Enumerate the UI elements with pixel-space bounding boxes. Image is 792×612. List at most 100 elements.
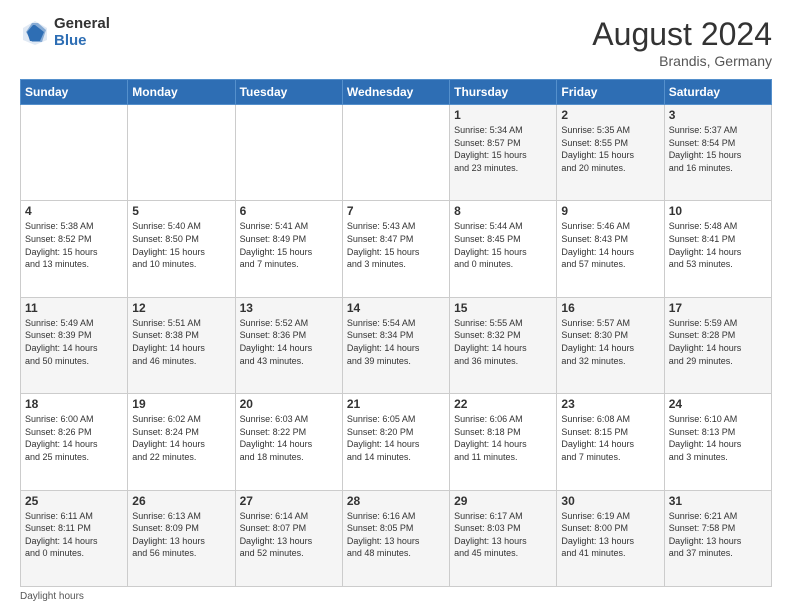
day-cell: 2 Sunrise: 5:35 AM Sunset: 8:55 PM Daylig… — [557, 105, 664, 201]
logo-text: General Blue — [54, 16, 110, 49]
day-info: Sunrise: 5:54 AM Sunset: 8:34 PM Dayligh… — [347, 317, 445, 367]
day-info: Sunrise: 6:00 AM Sunset: 8:26 PM Dayligh… — [25, 413, 123, 463]
day-info: Sunrise: 5:46 AM Sunset: 8:43 PM Dayligh… — [561, 220, 659, 270]
day-info: Sunrise: 5:48 AM Sunset: 8:41 PM Dayligh… — [669, 220, 767, 270]
day-info: Sunrise: 6:05 AM Sunset: 8:20 PM Dayligh… — [347, 413, 445, 463]
day-cell: 7 Sunrise: 5:43 AM Sunset: 8:47 PM Daylig… — [342, 201, 449, 297]
day-number: 2 — [561, 108, 659, 122]
day-cell: 9Sunrise: 5:46 AM Sunset: 8:43 PM Daylig… — [557, 201, 664, 297]
day-cell: 29 Sunrise: 6:17 AM Sunset: 8:03 PM Dayli… — [450, 490, 557, 586]
day-number: 13 — [240, 301, 338, 315]
logo: General Blue — [20, 16, 110, 49]
day-cell: 8 Sunrise: 5:44 AM Sunset: 8:45 PM Daylig… — [450, 201, 557, 297]
day-info: Sunrise: 5:51 AM Sunset: 8:38 PM Dayligh… — [132, 317, 230, 367]
col-wednesday: Wednesday — [342, 80, 449, 105]
day-number: 18 — [25, 397, 123, 411]
day-info: Sunrise: 6:03 AM Sunset: 8:22 PM Dayligh… — [240, 413, 338, 463]
day-info: Sunrise: 6:21 AM Sunset: 7:58 PM Dayligh… — [669, 510, 767, 560]
day-number: 29 — [454, 494, 552, 508]
day-cell: 23 Sunrise: 6:08 AM Sunset: 8:15 PM Dayli… — [557, 394, 664, 490]
page: General Blue August 2024 Brandis, German… — [0, 0, 792, 612]
day-info: Sunrise: 6:02 AM Sunset: 8:24 PM Dayligh… — [132, 413, 230, 463]
day-cell: 1Sunrise: 5:34 AM Sunset: 8:57 PM Daylig… — [450, 105, 557, 201]
day-cell: 24 Sunrise: 6:10 AM Sunset: 8:13 PM Dayli… — [664, 394, 771, 490]
col-tuesday: Tuesday — [235, 80, 342, 105]
day-info: Sunrise: 6:08 AM Sunset: 8:15 PM Dayligh… — [561, 413, 659, 463]
day-number: 15 — [454, 301, 552, 315]
day-number: 30 — [561, 494, 659, 508]
day-cell: 15 Sunrise: 5:55 AM Sunset: 8:32 PM Dayli… — [450, 297, 557, 393]
week-row-4: 25 Sunrise: 6:11 AM Sunset: 8:11 PM Dayli… — [21, 490, 772, 586]
day-number: 5 — [132, 204, 230, 218]
day-cell: 14 Sunrise: 5:54 AM Sunset: 8:34 PM Dayli… — [342, 297, 449, 393]
day-number: 8 — [454, 204, 552, 218]
col-thursday: Thursday — [450, 80, 557, 105]
title-block: August 2024 Brandis, Germany — [592, 16, 772, 69]
week-row-1: 4 Sunrise: 5:38 AM Sunset: 8:52 PM Daylig… — [21, 201, 772, 297]
day-cell: 6 Sunrise: 5:41 AM Sunset: 8:49 PM Daylig… — [235, 201, 342, 297]
day-number: 25 — [25, 494, 123, 508]
logo-general-text: General — [54, 16, 110, 33]
day-number: 3 — [669, 108, 767, 122]
day-info: Sunrise: 5:43 AM Sunset: 8:47 PM Dayligh… — [347, 220, 445, 270]
day-info: Sunrise: 6:17 AM Sunset: 8:03 PM Dayligh… — [454, 510, 552, 560]
day-cell: 21 Sunrise: 6:05 AM Sunset: 8:20 PM Dayli… — [342, 394, 449, 490]
logo-icon — [20, 18, 50, 48]
day-cell: 22Sunrise: 6:06 AM Sunset: 8:18 PM Dayli… — [450, 394, 557, 490]
day-number: 19 — [132, 397, 230, 411]
day-number: 16 — [561, 301, 659, 315]
day-number: 4 — [25, 204, 123, 218]
day-cell — [235, 105, 342, 201]
day-info: Sunrise: 5:38 AM Sunset: 8:52 PM Dayligh… — [25, 220, 123, 270]
day-cell — [342, 105, 449, 201]
day-number: 27 — [240, 494, 338, 508]
day-info: Sunrise: 5:59 AM Sunset: 8:28 PM Dayligh… — [669, 317, 767, 367]
day-cell: 3Sunrise: 5:37 AM Sunset: 8:54 PM Daylig… — [664, 105, 771, 201]
month-title: August 2024 — [592, 16, 772, 53]
day-cell: 10Sunrise: 5:48 AM Sunset: 8:41 PM Dayli… — [664, 201, 771, 297]
day-info: Sunrise: 5:55 AM Sunset: 8:32 PM Dayligh… — [454, 317, 552, 367]
day-cell: 30Sunrise: 6:19 AM Sunset: 8:00 PM Dayli… — [557, 490, 664, 586]
day-cell: 16Sunrise: 5:57 AM Sunset: 8:30 PM Dayli… — [557, 297, 664, 393]
footer-note: Daylight hours — [20, 591, 772, 602]
day-cell: 31 Sunrise: 6:21 AM Sunset: 7:58 PM Dayli… — [664, 490, 771, 586]
header-row: Sunday Monday Tuesday Wednesday Thursday… — [21, 80, 772, 105]
calendar-table: Sunday Monday Tuesday Wednesday Thursday… — [20, 79, 772, 587]
day-cell: 13 Sunrise: 5:52 AM Sunset: 8:36 PM Dayli… — [235, 297, 342, 393]
location: Brandis, Germany — [592, 53, 772, 69]
logo-blue-text: Blue — [54, 33, 110, 50]
day-info: Sunrise: 5:52 AM Sunset: 8:36 PM Dayligh… — [240, 317, 338, 367]
header: General Blue August 2024 Brandis, German… — [20, 16, 772, 69]
day-cell: 28 Sunrise: 6:16 AM Sunset: 8:05 PM Dayli… — [342, 490, 449, 586]
day-cell — [21, 105, 128, 201]
day-number: 21 — [347, 397, 445, 411]
day-info: Sunrise: 6:16 AM Sunset: 8:05 PM Dayligh… — [347, 510, 445, 560]
day-number: 31 — [669, 494, 767, 508]
day-number: 20 — [240, 397, 338, 411]
day-number: 7 — [347, 204, 445, 218]
day-cell: 12 Sunrise: 5:51 AM Sunset: 8:38 PM Dayli… — [128, 297, 235, 393]
day-cell — [128, 105, 235, 201]
day-number: 14 — [347, 301, 445, 315]
day-number: 26 — [132, 494, 230, 508]
day-info: Sunrise: 5:41 AM Sunset: 8:49 PM Dayligh… — [240, 220, 338, 270]
day-number: 12 — [132, 301, 230, 315]
day-info: Sunrise: 5:44 AM Sunset: 8:45 PM Dayligh… — [454, 220, 552, 270]
week-row-0: 1Sunrise: 5:34 AM Sunset: 8:57 PM Daylig… — [21, 105, 772, 201]
day-cell: 5Sunrise: 5:40 AM Sunset: 8:50 PM Daylig… — [128, 201, 235, 297]
day-number: 23 — [561, 397, 659, 411]
day-info: Sunrise: 6:10 AM Sunset: 8:13 PM Dayligh… — [669, 413, 767, 463]
day-number: 11 — [25, 301, 123, 315]
day-cell: 4 Sunrise: 5:38 AM Sunset: 8:52 PM Daylig… — [21, 201, 128, 297]
day-info: Sunrise: 6:11 AM Sunset: 8:11 PM Dayligh… — [25, 510, 123, 560]
col-friday: Friday — [557, 80, 664, 105]
day-cell: 18 Sunrise: 6:00 AM Sunset: 8:26 PM Dayli… — [21, 394, 128, 490]
day-number: 28 — [347, 494, 445, 508]
day-number: 6 — [240, 204, 338, 218]
day-number: 17 — [669, 301, 767, 315]
day-info: Sunrise: 5:35 AM Sunset: 8:55 PM Dayligh… — [561, 124, 659, 174]
week-row-3: 18 Sunrise: 6:00 AM Sunset: 8:26 PM Dayli… — [21, 394, 772, 490]
week-row-2: 11Sunrise: 5:49 AM Sunset: 8:39 PM Dayli… — [21, 297, 772, 393]
day-number: 24 — [669, 397, 767, 411]
day-number: 1 — [454, 108, 552, 122]
